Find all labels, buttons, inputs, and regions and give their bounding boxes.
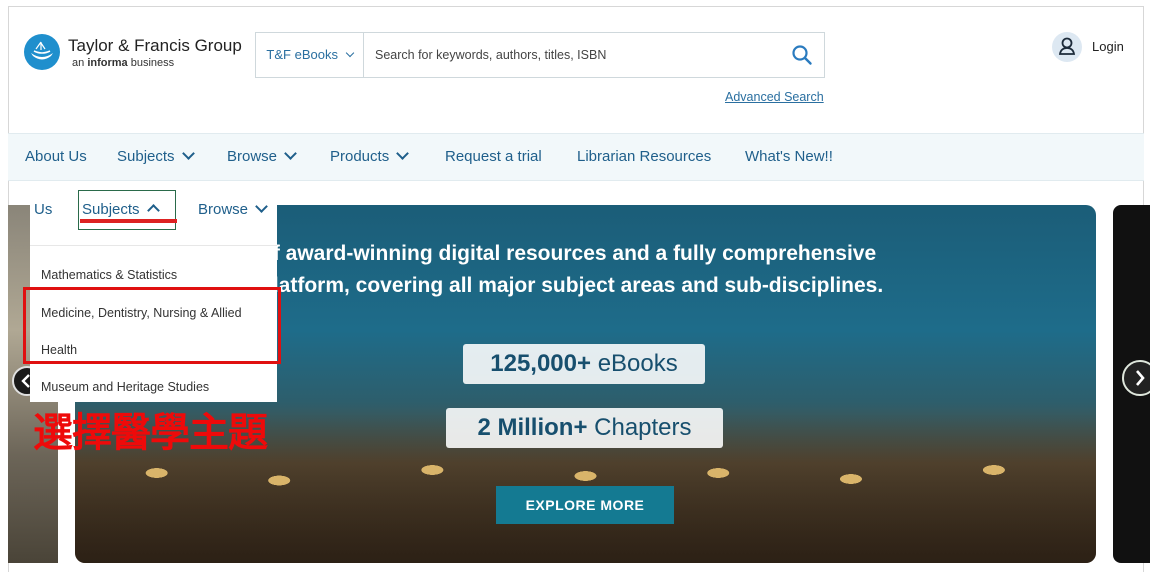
chapters-stat-count: 2 Million+	[477, 414, 588, 441]
taylor-francis-logo-icon[interactable]	[24, 34, 60, 70]
chevron-down-icon	[396, 147, 410, 160]
chevron-right-icon[interactable]	[1122, 360, 1150, 396]
chevron-up-icon	[146, 204, 160, 217]
search-bar: T&F eBooks Search for keywords, authors,…	[255, 32, 825, 78]
brand-sub-prefix: an	[72, 57, 85, 69]
chevron-down-icon	[345, 48, 354, 58]
search-scope-label: T&F eBooks	[266, 47, 338, 62]
brand-sub-bold: informa	[87, 57, 128, 69]
dropdown-tab-label: Us	[34, 201, 53, 218]
nav-label: Librarian Resources	[577, 148, 712, 165]
search-input[interactable]: Search for keywords, authors, titles, IS…	[375, 33, 775, 77]
dropdown-tab-browse[interactable]: Browse	[198, 200, 268, 218]
chevron-down-icon	[284, 147, 297, 160]
nav-label: Request a trial	[445, 148, 542, 165]
explore-more-button[interactable]: EXPLORE MORE	[496, 486, 674, 524]
login-link[interactable]: Login	[1092, 39, 1124, 54]
advanced-search-link[interactable]: Advanced Search	[725, 90, 824, 104]
highlight-box	[23, 287, 281, 364]
search-icon[interactable]	[790, 43, 814, 67]
main-nav: About Us Subjects Browse Products Reques…	[8, 133, 1144, 181]
dropdown-tab-label: Browse	[198, 201, 249, 218]
nav-label: Browse	[227, 148, 278, 165]
nav-request-trial[interactable]: Request a trial	[445, 148, 542, 165]
nav-browse[interactable]: Browse	[227, 147, 297, 165]
hero-headline: of award-winning digital resources and a…	[260, 238, 1080, 302]
nav-label: What's New!!	[745, 148, 833, 165]
brand-sub-suffix: business	[130, 57, 175, 69]
nav-whats-new[interactable]: What's New!!	[745, 148, 833, 165]
user-icon[interactable]	[1052, 32, 1082, 62]
chapters-stat-label: Chapters	[587, 414, 692, 441]
nav-label: Subjects	[117, 148, 175, 165]
hero-line-1: of award-winning digital resources and a…	[260, 242, 877, 265]
chapters-stat-badge: 2 Million+ Chapters	[446, 408, 723, 448]
subject-museum-heritage[interactable]: Museum and Heritage Studies	[41, 380, 209, 394]
ebooks-stat-count: 125,000+	[490, 350, 592, 377]
chevron-down-icon	[255, 200, 268, 213]
nav-label: About Us	[25, 148, 87, 165]
active-tab-underline	[80, 219, 177, 223]
subject-mathematics-statistics[interactable]: Mathematics & Statistics	[41, 268, 177, 282]
brand-subtitle: an informa business	[72, 57, 174, 69]
nav-librarian-resources[interactable]: Librarian Resources	[577, 148, 711, 165]
annotation-text: 選擇醫學主題	[33, 410, 268, 456]
nav-products[interactable]: Products	[330, 147, 410, 165]
nav-subjects[interactable]: Subjects	[117, 147, 195, 165]
search-scope-select[interactable]: T&F eBooks	[256, 33, 364, 77]
dropdown-tab-subjects[interactable]: Subjects	[82, 201, 160, 218]
ebooks-stat-label: eBooks	[591, 350, 678, 377]
dropdown-tab-us[interactable]: Us	[34, 201, 52, 218]
nav-about-us[interactable]: About Us	[25, 148, 87, 165]
chevron-down-icon	[181, 147, 195, 160]
nav-label: Products	[330, 148, 390, 165]
dropdown-tab-label: Subjects	[82, 201, 140, 218]
subjects-dropdown-header: Us Subjects Browse	[30, 187, 277, 245]
brand-name[interactable]: Taylor & Francis Group	[68, 36, 242, 56]
ebooks-stat-badge: 125,000+ eBooks	[463, 344, 705, 384]
hero-line-2: platform, covering all major subject are…	[260, 274, 884, 297]
